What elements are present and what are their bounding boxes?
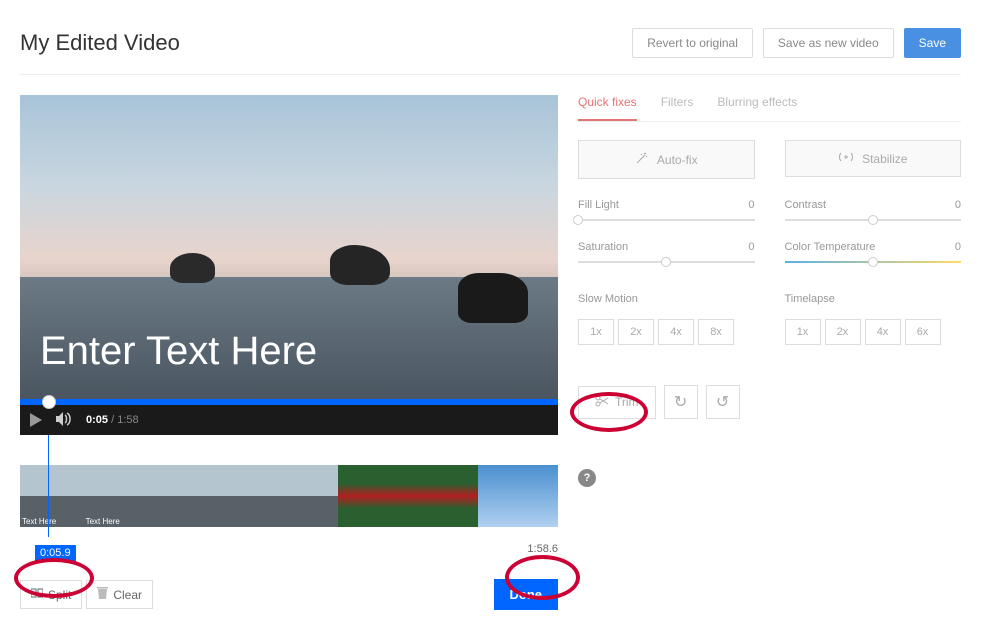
- page-title: My Edited Video: [20, 30, 180, 56]
- tab-quick-fixes[interactable]: Quick fixes: [578, 95, 637, 121]
- timeline-playhead[interactable]: [48, 435, 49, 537]
- rotate-right-icon: ↻: [674, 392, 687, 412]
- wand-icon: [635, 151, 649, 168]
- video-text-overlay: Enter Text Here: [40, 329, 317, 374]
- revert-button[interactable]: Revert to original: [632, 28, 753, 58]
- effect-tabs: Quick fixes Filters Blurring effects: [578, 95, 961, 122]
- speed-option[interactable]: 1x: [578, 319, 614, 345]
- timeline-clip[interactable]: [478, 465, 558, 527]
- fill-light-slider[interactable]: [578, 219, 755, 221]
- clear-label: Clear: [113, 588, 142, 602]
- total-time: 1:58: [117, 414, 138, 426]
- tab-blurring[interactable]: Blurring effects: [717, 95, 797, 121]
- trim-button[interactable]: Trim: [578, 386, 656, 419]
- rotate-right-button[interactable]: ↻: [664, 385, 698, 419]
- split-button[interactable]: Split: [20, 580, 82, 609]
- rotate-left-button[interactable]: ↺: [706, 385, 740, 419]
- saturation-label: Saturation: [578, 241, 628, 253]
- speed-option[interactable]: 4x: [658, 319, 694, 345]
- speed-option[interactable]: 1x: [785, 319, 821, 345]
- speed-option[interactable]: 8x: [698, 319, 734, 345]
- contrast-slider[interactable]: [785, 219, 962, 221]
- speed-option[interactable]: 6x: [905, 319, 941, 345]
- timelapse-label: Timelapse: [785, 293, 962, 305]
- progress-handle[interactable]: [42, 395, 56, 409]
- color-temp-label: Color Temperature: [785, 241, 876, 253]
- current-time: 0:05: [86, 414, 108, 426]
- fill-light-value: 0: [748, 199, 754, 211]
- speed-option[interactable]: 2x: [825, 319, 861, 345]
- timeline-clip[interactable]: [147, 465, 211, 527]
- slider-handle[interactable]: [573, 215, 583, 225]
- clear-button[interactable]: Clear: [86, 580, 153, 609]
- contrast-value: 0: [955, 199, 961, 211]
- color-temp-slider[interactable]: [785, 261, 962, 263]
- slow-motion-options: 1x2x4x8x: [578, 319, 755, 345]
- slow-motion-label: Slow Motion: [578, 293, 755, 305]
- video-player[interactable]: Enter Text Here 0:05 / 1:58: [20, 95, 558, 435]
- timeline-clip[interactable]: Text Here: [20, 465, 84, 527]
- save-button[interactable]: Save: [904, 28, 961, 58]
- contrast-label: Contrast: [785, 199, 827, 211]
- split-label: Split: [48, 588, 71, 602]
- time-display: 0:05 / 1:58: [86, 414, 139, 426]
- timeline-end-marker: 1:58.6: [527, 543, 558, 555]
- timelapse-options: 1x2x4x6x: [785, 319, 962, 345]
- slider-handle[interactable]: [868, 215, 878, 225]
- slider-handle[interactable]: [661, 257, 671, 267]
- stabilize-button[interactable]: Stabilize: [785, 140, 962, 177]
- fill-light-label: Fill Light: [578, 199, 619, 211]
- rotate-left-icon: ↺: [716, 392, 729, 412]
- saturation-value: 0: [748, 241, 754, 253]
- timeline-clip[interactable]: [211, 465, 275, 527]
- save-as-button[interactable]: Save as new video: [763, 28, 894, 58]
- timeline-start-marker[interactable]: 0:05.9: [35, 545, 76, 561]
- header-actions: Revert to original Save as new video Sav…: [632, 28, 961, 58]
- stabilize-icon: [838, 151, 854, 166]
- play-icon[interactable]: [30, 413, 42, 427]
- volume-icon[interactable]: [56, 412, 72, 429]
- timeline-clip[interactable]: [274, 465, 338, 527]
- video-progress[interactable]: [20, 399, 558, 405]
- done-button[interactable]: Done: [494, 579, 559, 610]
- slider-handle[interactable]: [868, 257, 878, 267]
- video-controls: 0:05 / 1:58: [20, 405, 558, 435]
- saturation-slider[interactable]: [578, 261, 755, 263]
- speed-option[interactable]: 2x: [618, 319, 654, 345]
- timeline-clip[interactable]: [338, 465, 478, 527]
- auto-fix-button[interactable]: Auto-fix: [578, 140, 755, 179]
- scissors-icon: [595, 395, 609, 410]
- timeline-clip[interactable]: Text Here: [84, 465, 148, 527]
- speed-option[interactable]: 4x: [865, 319, 901, 345]
- split-icon: [31, 587, 43, 602]
- trash-icon: [97, 587, 108, 602]
- color-temp-value: 0: [955, 241, 961, 253]
- video-frame: Enter Text Here: [20, 95, 558, 399]
- help-button[interactable]: ?: [578, 469, 596, 487]
- timeline[interactable]: Text Here Text Here: [20, 465, 558, 527]
- tab-filters[interactable]: Filters: [661, 95, 694, 121]
